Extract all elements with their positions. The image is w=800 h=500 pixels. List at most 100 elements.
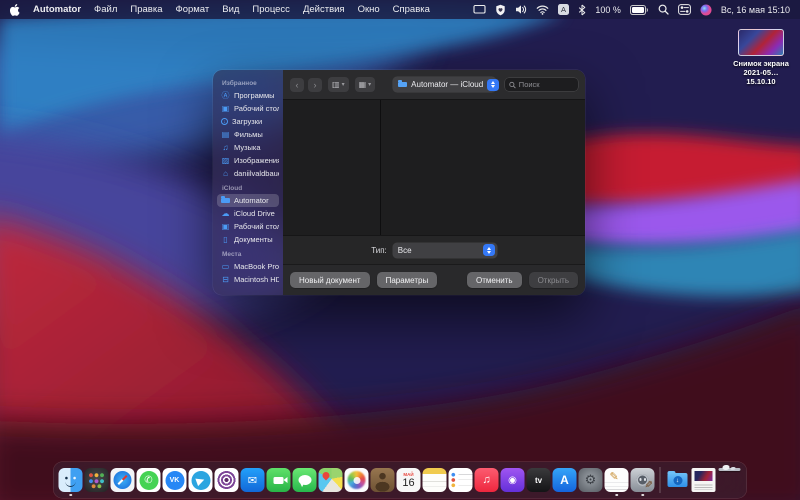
music-note-icon: ♫ — [482, 474, 490, 486]
type-popup[interactable]: Все — [393, 243, 497, 258]
search-field[interactable] — [505, 78, 578, 91]
new-document-button[interactable]: Новый документ — [290, 272, 370, 288]
sidebar-item-documents[interactable]: ▯Документы — [217, 233, 279, 246]
dock-icon-contacts[interactable] — [371, 468, 395, 492]
screenshot-label-line2: 2021-05…15.10.10 — [731, 68, 791, 86]
siri-icon[interactable] — [700, 4, 712, 16]
dock-icon-launchpad[interactable] — [85, 468, 109, 492]
menu-actions[interactable]: Действия — [303, 4, 345, 15]
screenshot-label-line1: Снимок экрана — [731, 59, 791, 68]
sidebar-item-music[interactable]: ♫Музыка — [217, 141, 279, 154]
cancel-button[interactable]: Отменить — [467, 272, 522, 288]
folder-icon — [668, 473, 688, 487]
search-icon — [509, 81, 516, 89]
sidebar-item-automator[interactable]: Automator — [217, 194, 279, 207]
dock-icon-automator[interactable]: ✎ — [631, 468, 655, 492]
sidebar-item-desktop[interactable]: ▣Рабочий стол — [217, 102, 279, 115]
dock-icon-telegram[interactable] — [189, 468, 213, 492]
file-browser[interactable] — [283, 99, 585, 236]
tv-logo: tv — [535, 476, 542, 485]
dock-icon-downloads-folder[interactable] — [666, 468, 690, 492]
dock-icon-notes[interactable] — [423, 468, 447, 492]
dialog-sidebar: Избранное ⒶПрограммы ▣Рабочий стол ↓Загр… — [213, 70, 283, 295]
dock-icon-safari[interactable] — [111, 468, 135, 492]
dock-icon-podcasts[interactable]: ◉ — [501, 468, 525, 492]
location-popup[interactable]: Automator — iCloud — [393, 77, 496, 92]
dock-icon-mail[interactable]: ✉ — [241, 468, 265, 492]
dock-icon-calendar[interactable]: МАЙ16 — [397, 468, 421, 492]
sidebar-item-macbook[interactable]: ▭MacBook Pro… — [217, 260, 279, 273]
dock-separator — [660, 467, 661, 493]
calendar-day: 16 — [402, 478, 414, 489]
video-camera-icon — [274, 477, 284, 484]
menu-window[interactable]: Окно — [358, 4, 380, 15]
menu-app-name[interactable]: Automator — [33, 4, 81, 15]
bluetooth-icon[interactable] — [578, 4, 586, 16]
dock-icon-trash[interactable] — [718, 468, 742, 492]
dock-icon-tor-browser[interactable] — [215, 468, 239, 492]
file-type-row: Тип: Все — [283, 236, 585, 264]
search-input[interactable] — [519, 80, 574, 89]
dialog-toolbar: ‹ › ▥▾ ▦▾ Automator — iCloud — [283, 70, 585, 99]
running-indicator — [615, 494, 618, 497]
spotlight-icon[interactable] — [658, 4, 669, 15]
sidebar-item-pictures[interactable]: ▨Изображения — [217, 154, 279, 167]
sidebar-item-movies[interactable]: ▤Фильмы — [217, 128, 279, 141]
desktop-screenshot-file[interactable]: Снимок экрана 2021-05…15.10.10 — [731, 29, 791, 86]
options-button[interactable]: Параметры — [377, 272, 438, 288]
back-button[interactable]: ‹ — [290, 78, 304, 92]
dock-icon-facetime[interactable] — [267, 468, 291, 492]
volume-icon[interactable] — [515, 4, 527, 15]
dock-icon-messages[interactable] — [293, 468, 317, 492]
dock-icon-music[interactable]: ♫ — [475, 468, 499, 492]
group-view-button[interactable]: ▦▾ — [355, 77, 376, 92]
pictures-icon: ▨ — [221, 156, 230, 165]
dock-icon-reminders[interactable] — [449, 468, 473, 492]
column-divider — [380, 100, 381, 235]
type-label: Тип: — [371, 246, 387, 255]
cloud-icon: ☁ — [221, 209, 230, 218]
dock-icon-app-store[interactable]: A — [553, 468, 577, 492]
location-label: Automator — iCloud — [411, 80, 483, 89]
sidebar-section-icloud: iCloud — [222, 185, 283, 192]
dock-icon-system-preferences[interactable]: ⚙ — [579, 468, 603, 492]
apple-menu[interactable] — [10, 4, 20, 16]
column-view-icon: ▥ — [332, 80, 340, 89]
applications-icon: Ⓐ — [221, 91, 230, 100]
input-source-icon[interactable]: А — [558, 4, 569, 15]
sidebar-item-applications[interactable]: ⒶПрограммы — [217, 89, 279, 102]
movies-icon: ▤ — [221, 130, 230, 139]
forward-button[interactable]: › — [308, 78, 322, 92]
menu-help[interactable]: Справка — [393, 4, 430, 15]
wifi-icon[interactable] — [536, 5, 549, 15]
menu-edit[interactable]: Правка — [130, 4, 162, 15]
dock-icon-finder[interactable] — [59, 468, 83, 492]
battery-icon[interactable] — [630, 5, 649, 15]
dock-icon-whatsapp[interactable] — [137, 468, 161, 492]
menubar-clock[interactable]: Вс, 16 мая 15:10 — [721, 5, 790, 15]
dock-icon-textedit[interactable]: ✎ — [605, 468, 629, 492]
open-button[interactable]: Открыть — [529, 272, 578, 288]
column-view-button[interactable]: ▥▾ — [328, 77, 349, 92]
sidebar-item-home[interactable]: ⌂daniilvaldbauer — [217, 167, 279, 180]
menu-file[interactable]: Файл — [94, 4, 117, 15]
sidebar-item-downloads[interactable]: ↓Загрузки — [217, 115, 279, 128]
gear-icon: ⚙ — [585, 472, 597, 488]
dock-icon-photos[interactable] — [345, 468, 369, 492]
menu-format[interactable]: Формат — [175, 4, 209, 15]
shield-icon[interactable] — [495, 4, 506, 16]
sidebar-item-macintosh-hd[interactable]: ⊟Macintosh HD — [217, 273, 279, 286]
running-indicator — [69, 494, 72, 497]
sidebar-item-icloud-drive[interactable]: ☁iCloud Drive — [217, 207, 279, 220]
dock-icon-tv[interactable]: tv — [527, 468, 551, 492]
dock-icon-recent-document[interactable] — [692, 468, 716, 492]
sidebar-item-icloud-desktop[interactable]: ▣Рабочий стол — [217, 220, 279, 233]
music-icon: ♫ — [221, 143, 230, 152]
menu-view[interactable]: Вид — [222, 4, 239, 15]
dock-icon-maps[interactable] — [319, 468, 343, 492]
control-center-icon[interactable] — [678, 4, 691, 15]
chevron-down-icon: ▾ — [342, 81, 345, 88]
screen-mirroring-icon[interactable] — [473, 4, 486, 15]
dock-icon-vk[interactable]: VK — [163, 468, 187, 492]
menu-process[interactable]: Процесс — [252, 4, 290, 15]
